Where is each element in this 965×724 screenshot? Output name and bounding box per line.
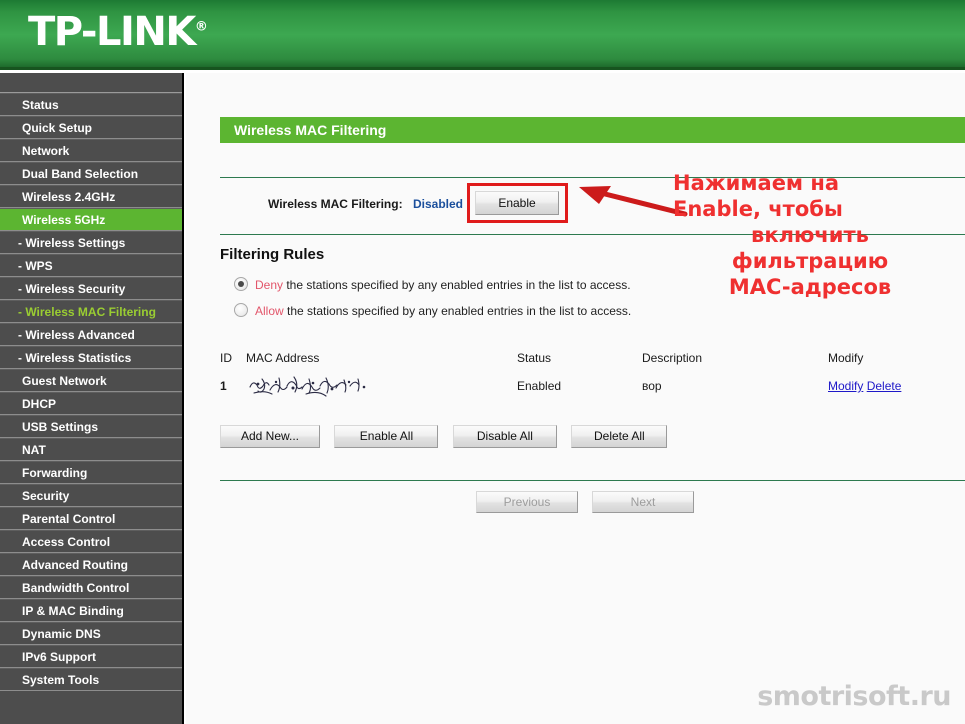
sidebar-item-advanced-routing[interactable]: Advanced Routing bbox=[0, 553, 182, 576]
filter-rule-keyword-allow: Allow bbox=[255, 304, 284, 318]
sidebar-item-ipv6-support[interactable]: IPv6 Support bbox=[0, 645, 182, 668]
sidebar-item-guest-network[interactable]: Guest Network bbox=[0, 369, 182, 392]
tp-link-logo: TP-LINK® bbox=[28, 9, 208, 55]
delete-all-button[interactable]: Delete All bbox=[571, 425, 668, 448]
sidebar-item-status[interactable]: Status bbox=[0, 93, 182, 116]
next-page-button[interactable]: Next bbox=[592, 491, 694, 513]
filter-rule-option-allow[interactable]: Allow the stations specified by any enab… bbox=[234, 303, 631, 318]
brand-header: TP-LINK® bbox=[0, 0, 965, 70]
sidebar-item-network[interactable]: Network bbox=[0, 139, 182, 162]
table-row-status: Enabled bbox=[517, 379, 562, 393]
sidebar-item-wireless-5ghz[interactable]: Wireless 5GHz bbox=[0, 208, 182, 231]
sidebar-item-quick-setup[interactable]: Quick Setup bbox=[0, 116, 182, 139]
filtering-status-value: Disabled bbox=[413, 197, 464, 211]
add-new-button[interactable]: Add New... bbox=[220, 425, 320, 448]
disable-all-button[interactable]: Disable All bbox=[452, 425, 557, 448]
sidebar-item-forwarding[interactable]: Forwarding bbox=[0, 461, 182, 484]
mac-address-redacted-scribble bbox=[249, 376, 366, 397]
radio-deny-icon[interactable] bbox=[234, 277, 248, 291]
filtering-status-label: Wireless MAC Filtering: bbox=[268, 197, 403, 211]
annotation-line-2: Enable, чтобы bbox=[673, 197, 843, 221]
filtering-rules-heading: Filtering Rules bbox=[220, 246, 325, 263]
sidebar-item-wireless-advanced[interactable]: - Wireless Advanced bbox=[0, 323, 182, 346]
table-header-status: Status bbox=[517, 351, 552, 365]
page-title: Wireless MAC Filtering bbox=[234, 122, 387, 138]
sidebar-navigation: Status Quick Setup Network Dual Band Select… bbox=[0, 73, 184, 724]
annotation-text: Нажимаем на Enable, чтобы включить фильт… bbox=[667, 170, 953, 300]
enable-button[interactable]: Enable bbox=[475, 191, 559, 215]
sidebar-item-wireless-2-4ghz[interactable]: Wireless 2.4GHz bbox=[0, 185, 182, 208]
sidebar-item-wireless-statistics[interactable]: - Wireless Statistics bbox=[0, 346, 182, 369]
modify-link[interactable]: Modify bbox=[828, 379, 863, 393]
sidebar-item-wireless-settings[interactable]: - Wireless Settings bbox=[0, 231, 182, 254]
delete-link[interactable]: Delete bbox=[867, 379, 902, 393]
annotation-line-3: включить bbox=[751, 223, 869, 247]
annotation-line-4: фильтрацию bbox=[731, 249, 889, 273]
sidebar-item-dynamic-dns[interactable]: Dynamic DNS bbox=[0, 622, 182, 645]
annotation-line-1: Нажимаем на bbox=[673, 171, 840, 195]
sidebar-item-system-tools[interactable]: System Tools bbox=[0, 668, 182, 691]
sidebar-item-bandwidth-control[interactable]: Bandwidth Control bbox=[0, 576, 182, 599]
sidebar-item-dhcp[interactable]: DHCP bbox=[0, 392, 182, 415]
table-header-modify: Modify bbox=[828, 351, 864, 365]
enable-all-button[interactable]: Enable All bbox=[334, 425, 439, 448]
page-title-bar: Wireless MAC Filtering bbox=[220, 117, 965, 143]
sidebar-item-dual-band-selection[interactable]: Dual Band Selection bbox=[0, 162, 182, 185]
sidebar-top-spacer bbox=[0, 73, 182, 93]
table-row-description: вор bbox=[642, 379, 662, 393]
sidebar-item-nat[interactable]: NAT bbox=[0, 438, 182, 461]
filter-rule-text-allow: the stations specified by any enabled en… bbox=[283, 304, 632, 318]
filter-rule-option-deny[interactable]: Deny the stations specified by any enabl… bbox=[234, 277, 631, 292]
table-header-id: ID bbox=[220, 351, 232, 365]
sidebar-item-wireless-security[interactable]: - Wireless Security bbox=[0, 277, 182, 300]
table-header-mac-address: MAC Address bbox=[246, 351, 320, 365]
table-row-modify-cell: Modify Delete bbox=[828, 379, 901, 393]
sidebar-item-usb-settings[interactable]: USB Settings bbox=[0, 415, 182, 438]
registered-mark-icon: ® bbox=[194, 19, 208, 35]
brand-name: TP-LINK bbox=[28, 9, 196, 55]
watermark: smotrisoft.ru bbox=[757, 681, 951, 712]
table-row-id: 1 bbox=[220, 379, 227, 393]
previous-page-button[interactable]: Previous bbox=[476, 491, 578, 513]
annotation-line-5: MAC-адресов bbox=[728, 275, 892, 299]
sidebar-item-parental-control[interactable]: Parental Control bbox=[0, 507, 182, 530]
table-action-buttons: Add New... Enable All Disable All Delete… bbox=[220, 425, 677, 448]
radio-allow-icon[interactable] bbox=[234, 303, 248, 317]
divider-bottom bbox=[220, 480, 965, 481]
sidebar-item-security[interactable]: Security bbox=[0, 484, 182, 507]
filter-rule-keyword-deny: Deny bbox=[255, 278, 284, 292]
sidebar-item-ip-mac-binding[interactable]: IP & MAC Binding bbox=[0, 599, 182, 622]
sidebar-item-wps[interactable]: - WPS bbox=[0, 254, 182, 277]
table-header-description: Description bbox=[642, 351, 703, 365]
sidebar-item-wireless-mac-filtering[interactable]: - Wireless MAC Filtering bbox=[0, 300, 182, 323]
filter-rule-text-deny: the stations specified by any enabled en… bbox=[283, 278, 631, 292]
sidebar-item-access-control[interactable]: Access Control bbox=[0, 530, 182, 553]
